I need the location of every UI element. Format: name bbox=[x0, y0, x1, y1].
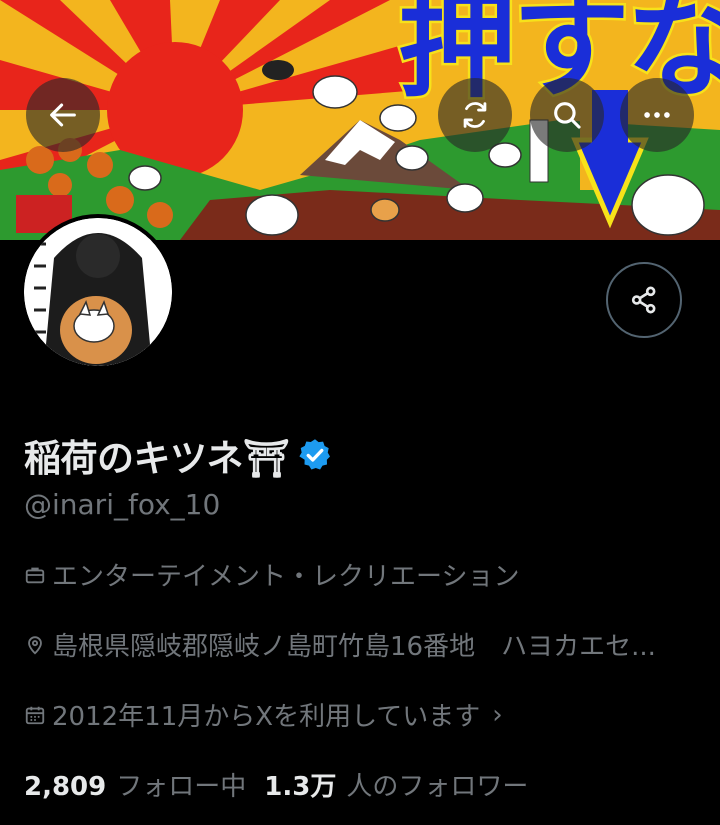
more-options-button[interactable] bbox=[620, 78, 694, 152]
name-row: 稲荷のキツネ⛩ bbox=[24, 428, 333, 482]
followers-link[interactable]: 1.3万 人のフォロワー bbox=[264, 766, 528, 803]
back-button[interactable] bbox=[26, 78, 100, 152]
share-icon bbox=[631, 286, 656, 314]
followers-label: 人のフォロワー bbox=[346, 772, 529, 802]
profile-banner[interactable]: 押すな bbox=[0, 0, 720, 240]
more-icon bbox=[644, 112, 670, 118]
location-pin-icon bbox=[28, 635, 42, 654]
search-button[interactable] bbox=[530, 78, 604, 152]
back-arrow-icon bbox=[50, 103, 76, 127]
chevron-right-icon: › bbox=[492, 699, 503, 730]
verified-badge-icon[interactable] bbox=[297, 437, 333, 473]
display-name: 稲荷のキツネ⛩ bbox=[24, 437, 290, 480]
profile-avatar[interactable] bbox=[20, 214, 176, 370]
share-button[interactable] bbox=[606, 262, 682, 338]
location-row: 島根県隠岐郡隠岐ノ島町竹島16番地 ハヨカエセ... bbox=[24, 626, 704, 663]
following-link[interactable]: 2,809 フォロー中 bbox=[24, 766, 246, 803]
category-row: エンターテイメント・レクリエーション bbox=[24, 556, 519, 593]
briefcase-icon bbox=[25, 567, 45, 583]
search-icon bbox=[554, 102, 581, 129]
location-text: 島根県隠岐郡隠岐ノ島町竹島16番地 ハヨカエセ... bbox=[52, 632, 656, 662]
calendar-icon bbox=[25, 706, 45, 724]
refresh-button[interactable] bbox=[438, 78, 512, 152]
following-count: 2,809 bbox=[24, 772, 107, 802]
joined-text: 2012年11月からXを利用しています bbox=[52, 702, 481, 732]
joined-row[interactable]: 2012年11月からXを利用しています › bbox=[24, 696, 503, 733]
avatar-image bbox=[24, 218, 172, 366]
follow-stats: 2,809 フォロー中 1.3万 人のフォロワー bbox=[24, 766, 528, 803]
category-text: エンターテイメント・レクリエーション bbox=[52, 562, 520, 592]
followers-count: 1.3万 bbox=[264, 772, 337, 802]
handle: @inari_fox_10 bbox=[24, 488, 221, 521]
refresh-icon bbox=[463, 102, 487, 128]
following-label: フォロー中 bbox=[116, 772, 247, 802]
